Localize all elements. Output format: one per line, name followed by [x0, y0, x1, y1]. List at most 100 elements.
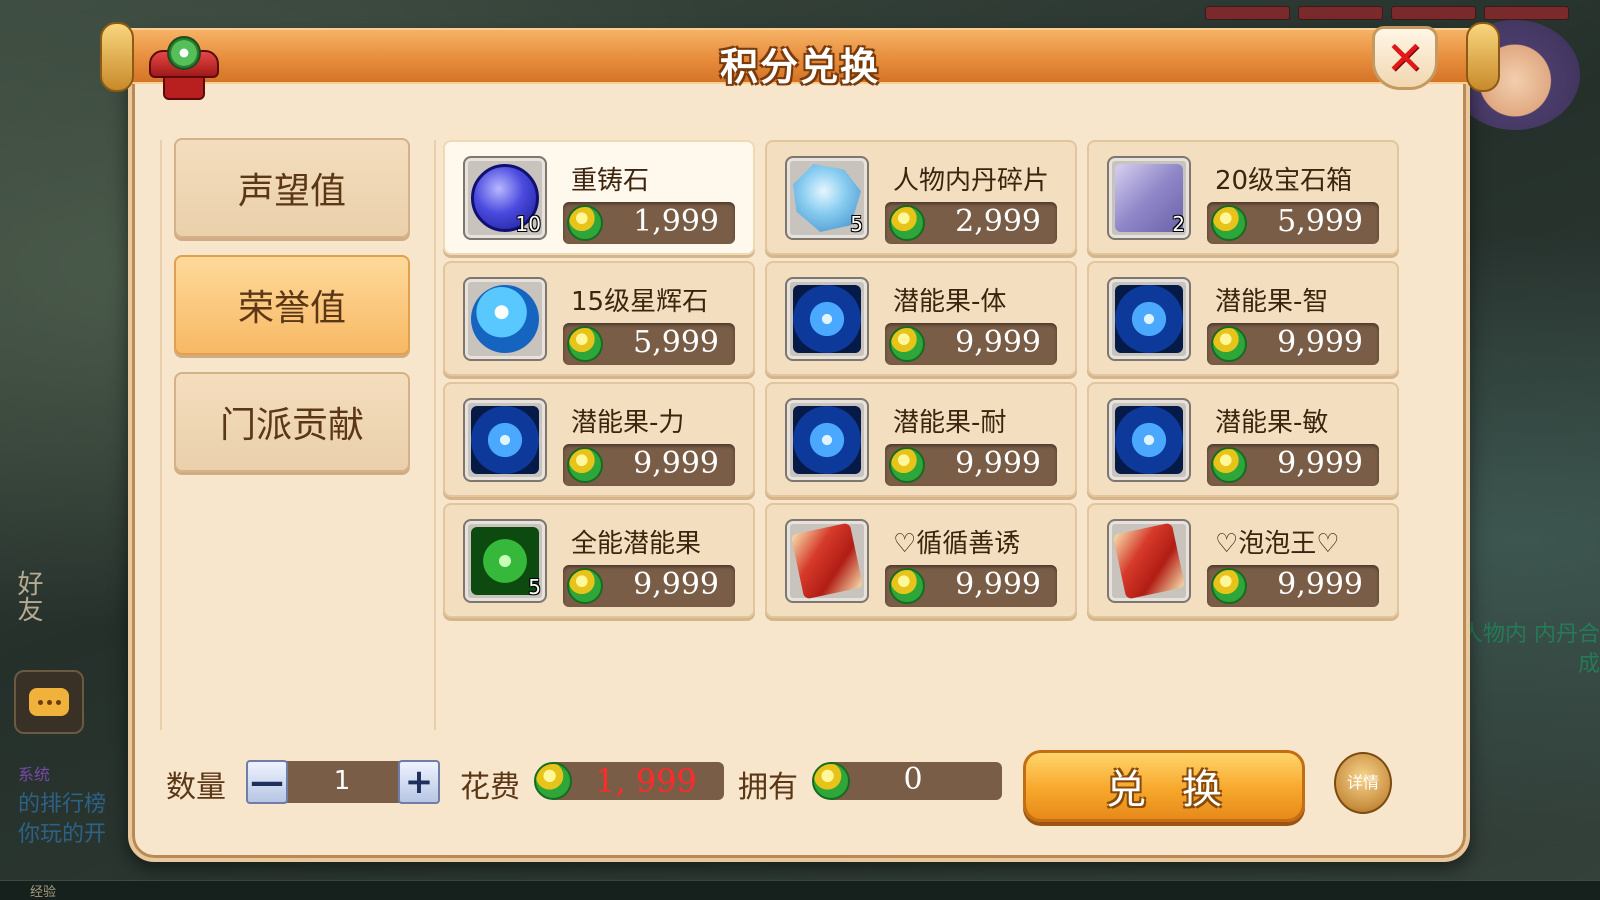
- coin-icon: [889, 205, 925, 241]
- item-price-value: 2,999: [955, 204, 1041, 239]
- item-card[interactable]: 潜能果-敏 9,999: [1087, 382, 1399, 497]
- item-name: 潜能果-耐: [893, 408, 1007, 438]
- item-name: 潜能果-体: [893, 287, 1007, 317]
- item-price: 9,999: [1207, 444, 1379, 486]
- item-icon-frame: [1107, 398, 1191, 482]
- system-chat-preview: 系统 的排行榜 你玩的开: [18, 760, 128, 850]
- tab-prestige[interactable]: 声望值: [174, 138, 410, 238]
- quantity-input[interactable]: 1: [290, 766, 394, 796]
- coin-icon: [567, 447, 603, 483]
- item-card[interactable]: 潜能果-耐 9,999: [765, 382, 1077, 497]
- item-price: 9,999: [563, 565, 735, 607]
- dialog-title: 积分兑换: [719, 45, 880, 89]
- item-card[interactable]: 10 重铸石 1,999: [443, 140, 755, 255]
- item-price: 9,999: [563, 444, 735, 486]
- chat-button[interactable]: [14, 670, 84, 734]
- exchange-button[interactable]: 兑换: [1023, 750, 1305, 822]
- item-price: 5,999: [1207, 202, 1379, 244]
- item-card[interactable]: 5 全能潜能果 9,999: [443, 503, 755, 618]
- item-price: 9,999: [885, 565, 1057, 607]
- pagoda-emblem-icon: [145, 30, 223, 102]
- item-icon-frame: [785, 398, 869, 482]
- quantity-plus-button[interactable]: +: [398, 760, 440, 804]
- potential-fruit-icon: [471, 406, 539, 474]
- item-card[interactable]: 潜能果-体 9,999: [765, 261, 1077, 376]
- cost-value: 1, 999: [595, 762, 697, 800]
- item-count: 10: [515, 212, 541, 236]
- potential-fruit-icon: [1115, 285, 1183, 353]
- item-count: 5: [850, 212, 863, 236]
- item-icon-frame: 5: [785, 156, 869, 240]
- item-price-value: 9,999: [955, 446, 1041, 481]
- friends-side-label[interactable]: 好友: [10, 570, 47, 622]
- title-card-icon: [1112, 522, 1186, 600]
- quantity-label: 数量: [166, 770, 226, 805]
- chat-bubble-icon: [29, 688, 69, 716]
- item-price-value: 9,999: [633, 446, 719, 481]
- potential-fruit-icon: [793, 406, 861, 474]
- item-name: ♡泡泡王♡: [1215, 529, 1340, 559]
- owned-value: 0: [903, 762, 923, 797]
- item-card[interactable]: 潜能果-力 9,999: [443, 382, 755, 497]
- coin-icon: [534, 762, 572, 800]
- item-card[interactable]: 15级星辉石 5,999: [443, 261, 755, 376]
- item-icon-frame: 2: [1107, 156, 1191, 240]
- item-price-value: 9,999: [1277, 567, 1363, 602]
- item-card[interactable]: ♡泡泡王♡ 9,999: [1087, 503, 1399, 618]
- item-icon-frame: [463, 277, 547, 361]
- potential-fruit-icon: [1115, 406, 1183, 474]
- item-name: 重铸石: [571, 166, 650, 196]
- item-icon-frame: [1107, 519, 1191, 603]
- item-grid: 10 重铸石 1,999 5 人物内丹碎片 2,999 2 20级宝石箱 5,9…: [443, 140, 1403, 618]
- coin-icon: [812, 762, 850, 800]
- item-name: 20级宝石箱: [1215, 166, 1353, 196]
- item-price-value: 9,999: [955, 325, 1041, 360]
- detail-button[interactable]: 详情: [1334, 752, 1392, 814]
- item-price-value: 5,999: [633, 325, 719, 360]
- item-price: 9,999: [1207, 323, 1379, 365]
- exp-bar: 经验: [0, 880, 1600, 900]
- coin-icon: [889, 326, 925, 362]
- item-card[interactable]: 2 20级宝石箱 5,999: [1087, 140, 1399, 255]
- item-name: 人物内丹碎片: [893, 166, 1050, 196]
- title-card-icon: [790, 522, 864, 600]
- item-card[interactable]: 潜能果-智 9,999: [1087, 261, 1399, 376]
- item-count: 5: [528, 575, 541, 599]
- close-icon: ✕: [1385, 31, 1425, 85]
- coin-icon: [1211, 447, 1247, 483]
- item-price-value: 9,999: [633, 567, 719, 602]
- item-card[interactable]: ♡循循善诱 9,999: [765, 503, 1077, 618]
- tab-honor[interactable]: 荣誉值: [174, 255, 410, 355]
- item-name: 潜能果-智: [1215, 287, 1329, 317]
- right-hint-text: 人物内 内丹合成: [1461, 622, 1600, 677]
- panel-divider: [434, 140, 436, 730]
- item-name: 全能潜能果: [571, 529, 702, 559]
- coin-icon: [567, 205, 603, 241]
- item-price-value: 9,999: [1277, 325, 1363, 360]
- item-icon-frame: [463, 398, 547, 482]
- system-chat-text: 的排行榜 你玩的开: [18, 792, 107, 847]
- exchange-button-label: 兑换: [1106, 767, 1258, 813]
- item-price-value: 9,999: [1277, 446, 1363, 481]
- item-price-value: 9,999: [955, 567, 1041, 602]
- close-button[interactable]: ✕: [1372, 26, 1438, 90]
- coin-icon: [1211, 205, 1247, 241]
- item-icon-frame: 10: [463, 156, 547, 240]
- item-icon-frame: [1107, 277, 1191, 361]
- item-price: 1,999: [563, 202, 735, 244]
- quantity-minus-button[interactable]: —: [246, 760, 288, 804]
- item-name: 15级星辉石: [571, 287, 709, 317]
- panel-divider-left: [160, 140, 162, 730]
- item-price: 9,999: [885, 444, 1057, 486]
- cost-label: 花费: [460, 770, 520, 805]
- item-card[interactable]: 5 人物内丹碎片 2,999: [765, 140, 1077, 255]
- item-price: 2,999: [885, 202, 1057, 244]
- item-icon-frame: 5: [463, 519, 547, 603]
- tab-sect-contribution[interactable]: 门派贡献: [174, 372, 410, 472]
- starlight-stone-icon: [471, 285, 539, 353]
- coin-icon: [1211, 326, 1247, 362]
- item-count: 2: [1172, 212, 1185, 236]
- item-price: 9,999: [885, 323, 1057, 365]
- coin-icon: [889, 447, 925, 483]
- system-chat-tag: 系统: [18, 765, 51, 784]
